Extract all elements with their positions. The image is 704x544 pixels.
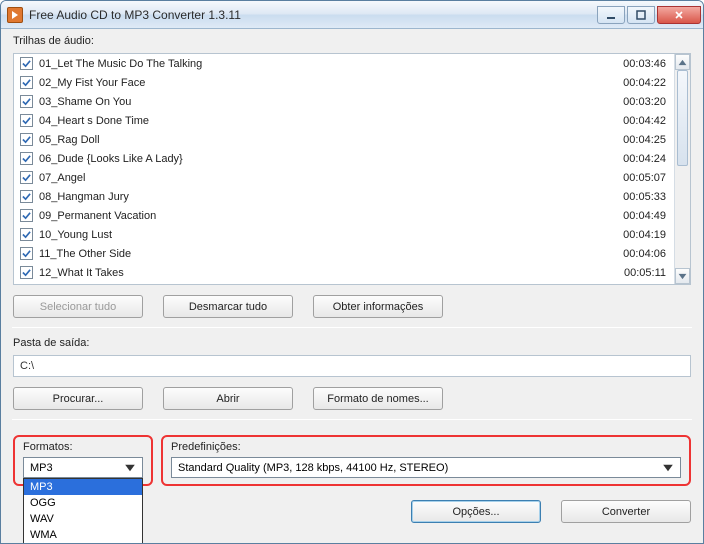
- scroll-track[interactable]: [675, 70, 690, 268]
- tracks-label: Trilhas de áudio:: [13, 35, 691, 47]
- formats-selected: MP3: [30, 462, 53, 474]
- output-path-input[interactable]: C:\: [13, 355, 691, 377]
- titlebar: Free Audio CD to MP3 Converter 1.3.11: [1, 1, 703, 29]
- track-checkbox[interactable]: [20, 76, 33, 89]
- separator: [12, 419, 692, 420]
- select-all-button[interactable]: Selecionar tudo: [13, 295, 143, 318]
- track-name: 04_Heart s Done Time: [39, 115, 600, 127]
- presets-combo[interactable]: Standard Quality (MP3, 128 kbps, 44100 H…: [171, 457, 681, 478]
- track-duration: 00:03:20: [606, 96, 666, 108]
- track-name: 03_Shame On You: [39, 96, 600, 108]
- track-row[interactable]: 07_Angel 00:05:07: [14, 168, 674, 187]
- client-area: Trilhas de áudio: 01_Let The Music Do Th…: [1, 29, 703, 543]
- app-icon: [7, 7, 23, 23]
- track-duration: 00:04:19: [606, 229, 666, 241]
- scroll-down-button[interactable]: [675, 268, 690, 284]
- track-checkbox[interactable]: [20, 190, 33, 203]
- window-title: Free Audio CD to MP3 Converter 1.3.11: [29, 8, 595, 22]
- get-info-button[interactable]: Obter informações: [313, 295, 443, 318]
- track-duration: 00:05:07: [606, 172, 666, 184]
- formats-dropdown[interactable]: MP3 OGG WAV WMA AAC: [23, 478, 143, 544]
- track-row[interactable]: 10_Young Lust 00:04:19: [14, 225, 674, 244]
- track-name: 07_Angel: [39, 172, 600, 184]
- track-name: 10_Young Lust: [39, 229, 600, 241]
- separator: [12, 327, 692, 328]
- track-duration: 00:05:33: [606, 191, 666, 203]
- track-name: 05_Rag Doll: [39, 134, 600, 146]
- track-row[interactable]: 03_Shame On You 00:03:20: [14, 92, 674, 111]
- track-row[interactable]: 04_Heart s Done Time 00:04:42: [14, 111, 674, 130]
- track-name: 09_Permanent Vacation: [39, 210, 600, 222]
- track-duration: 00:05:11: [606, 267, 666, 279]
- track-duration: 00:04:25: [606, 134, 666, 146]
- track-duration: 00:04:49: [606, 210, 666, 222]
- track-name: 12_What It Takes: [39, 267, 600, 279]
- format-option[interactable]: WAV: [24, 511, 142, 527]
- scrollbar[interactable]: [674, 54, 690, 284]
- convert-button[interactable]: Converter: [561, 500, 691, 523]
- formats-group: Formatos: MP3 MP3 OGG WAV WMA AAC: [13, 435, 153, 486]
- track-checkbox[interactable]: [20, 171, 33, 184]
- track-row[interactable]: 08_Hangman Jury 00:05:33: [14, 187, 674, 206]
- formats-combo[interactable]: MP3 MP3 OGG WAV WMA AAC: [23, 457, 143, 478]
- open-button[interactable]: Abrir: [163, 387, 293, 410]
- presets-selected: Standard Quality (MP3, 128 kbps, 44100 H…: [178, 462, 448, 474]
- formats-label: Formatos:: [23, 441, 143, 453]
- track-checkbox[interactable]: [20, 133, 33, 146]
- track-name: 08_Hangman Jury: [39, 191, 600, 203]
- track-row[interactable]: 01_Let The Music Do The Talking 00:03:46: [14, 54, 674, 73]
- track-name: 01_Let The Music Do The Talking: [39, 58, 600, 70]
- output-label: Pasta de saída:: [13, 337, 691, 349]
- output-buttons-row: Procurar... Abrir Formato de nomes...: [13, 387, 691, 410]
- track-name: 06_Dude {Looks Like A Lady}: [39, 153, 600, 165]
- track-duration: 00:03:46: [606, 58, 666, 70]
- minimize-button[interactable]: [597, 6, 625, 24]
- presets-group: Predefinições: Standard Quality (MP3, 12…: [161, 435, 691, 486]
- track-duration: 00:04:24: [606, 153, 666, 165]
- format-option[interactable]: OGG: [24, 495, 142, 511]
- format-option[interactable]: WMA: [24, 527, 142, 543]
- chevron-down-icon: [660, 460, 676, 476]
- track-duration: 00:04:22: [606, 77, 666, 89]
- track-row[interactable]: 06_Dude {Looks Like A Lady} 00:04:24: [14, 149, 674, 168]
- app-window: Free Audio CD to MP3 Converter 1.3.11 Tr…: [0, 0, 704, 544]
- name-format-button[interactable]: Formato de nomes...: [313, 387, 443, 410]
- track-row[interactable]: 05_Rag Doll 00:04:25: [14, 130, 674, 149]
- presets-label: Predefinições:: [171, 441, 681, 453]
- track-name: 02_My Fist Your Face: [39, 77, 600, 89]
- track-row[interactable]: 02_My Fist Your Face 00:04:22: [14, 73, 674, 92]
- track-row[interactable]: 12_What It Takes 00:05:11: [14, 263, 674, 282]
- track-duration: 00:04:06: [606, 248, 666, 260]
- browse-button[interactable]: Procurar...: [13, 387, 143, 410]
- track-row[interactable]: 11_The Other Side 00:04:06: [14, 244, 674, 263]
- format-option[interactable]: MP3: [24, 479, 142, 495]
- track-checkbox[interactable]: [20, 209, 33, 222]
- track-checkbox[interactable]: [20, 57, 33, 70]
- track-checkbox[interactable]: [20, 95, 33, 108]
- track-row[interactable]: 09_Permanent Vacation 00:04:49: [14, 206, 674, 225]
- track-duration: 00:04:42: [606, 115, 666, 127]
- track-list[interactable]: 01_Let The Music Do The Talking00:03:460…: [13, 53, 691, 285]
- output-path-value: C:\: [20, 360, 34, 372]
- track-checkbox[interactable]: [20, 247, 33, 260]
- track-checkbox[interactable]: [20, 228, 33, 241]
- chevron-down-icon: [122, 460, 138, 476]
- scroll-up-button[interactable]: [675, 54, 690, 70]
- track-checkbox[interactable]: [20, 152, 33, 165]
- track-name: 11_The Other Side: [39, 248, 600, 260]
- track-buttons-row: Selecionar tudo Desmarcar tudo Obter inf…: [13, 295, 691, 318]
- scroll-thumb[interactable]: [677, 70, 688, 166]
- options-button[interactable]: Opções...: [411, 500, 541, 523]
- deselect-all-button[interactable]: Desmarcar tudo: [163, 295, 293, 318]
- track-checkbox[interactable]: [20, 266, 33, 279]
- window-controls: [595, 6, 701, 24]
- maximize-button[interactable]: [627, 6, 655, 24]
- track-checkbox[interactable]: [20, 114, 33, 127]
- close-button[interactable]: [657, 6, 701, 24]
- format-preset-row: Formatos: MP3 MP3 OGG WAV WMA AAC Predef…: [13, 435, 691, 486]
